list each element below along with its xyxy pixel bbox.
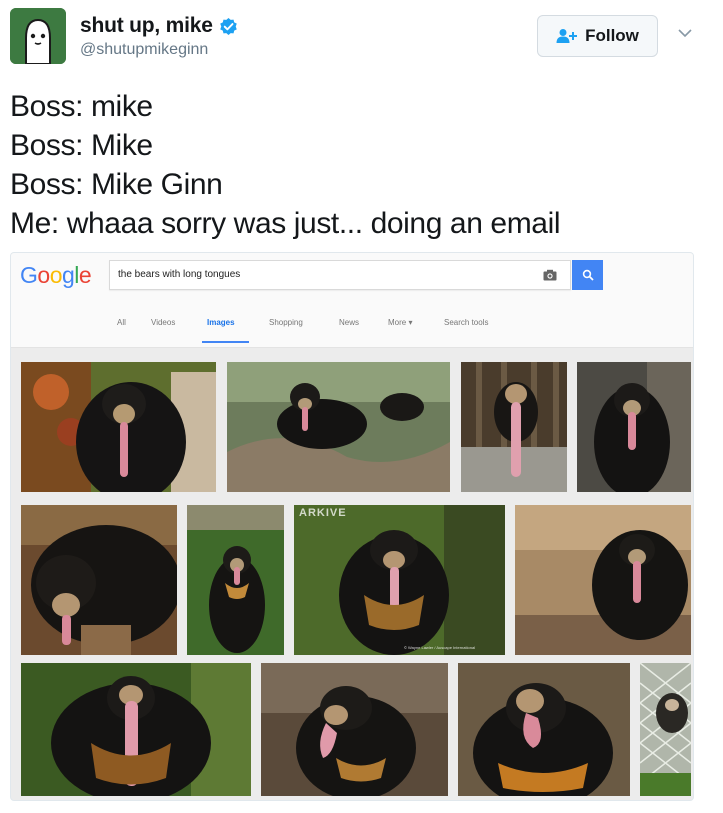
follow-label: Follow <box>585 26 639 45</box>
image-result <box>577 362 691 492</box>
search-input: the bears with long tongues <box>109 260 571 290</box>
google-header: Google the bears with long tongues All V… <box>11 253 693 348</box>
image-result <box>21 663 251 796</box>
image-result <box>21 362 216 492</box>
search-icon <box>582 269 594 281</box>
search-query: the bears with long tongues <box>118 269 241 280</box>
tab-news: News <box>339 318 360 327</box>
avatar[interactable] <box>10 8 66 64</box>
google-tabs: All Videos Images Shopping News More ▾ S… <box>11 318 693 334</box>
image-result <box>187 505 284 655</box>
tweet-line: Boss: Mike Ginn <box>10 168 223 201</box>
image-result <box>227 362 450 492</box>
arkive-watermark: ARKIVE <box>299 507 347 519</box>
ghost-face-icon <box>10 8 66 64</box>
active-tab-indicator <box>202 341 249 343</box>
tweet-line: Boss: Mike <box>10 129 153 162</box>
attached-image[interactable]: Google the bears with long tongues All V… <box>10 252 694 801</box>
follow-button[interactable]: Follow <box>537 15 658 57</box>
tab-videos: Videos <box>151 318 176 327</box>
image-result <box>261 663 448 796</box>
tab-all: All <box>117 318 126 327</box>
handle[interactable]: @shutupmikeginn <box>80 41 208 59</box>
image-result: ARKIVE © Wayne Lawler / Auscape Internat… <box>294 505 505 655</box>
display-name[interactable]: shut up, mike <box>80 14 213 38</box>
chevron-down-icon[interactable] <box>677 28 693 38</box>
image-result <box>515 505 691 655</box>
image-result <box>458 663 630 796</box>
verified-badge-icon <box>219 17 238 36</box>
tweet-line: Me: whaaa sorry was just... doing an ema… <box>10 207 561 240</box>
image-credit: © Wayne Lawler / Auscape International <box>404 645 476 650</box>
google-logo: Google <box>20 262 92 288</box>
search-button <box>572 260 603 290</box>
image-result <box>21 505 177 655</box>
camera-icon <box>543 269 557 281</box>
tweet-text: Boss: mike Boss: Mike Boss: Mike Ginn Me… <box>10 87 710 243</box>
tab-more: More ▾ <box>388 318 413 327</box>
author-name-row: shut up, mike <box>80 14 238 38</box>
tweet-line: Boss: mike <box>10 90 153 123</box>
tab-images: Images <box>207 318 235 327</box>
tab-shopping: Shopping <box>269 318 303 327</box>
tab-search-tools: Search tools <box>444 318 489 327</box>
image-result <box>461 362 567 492</box>
image-result <box>640 663 691 796</box>
add-user-icon <box>556 28 578 44</box>
